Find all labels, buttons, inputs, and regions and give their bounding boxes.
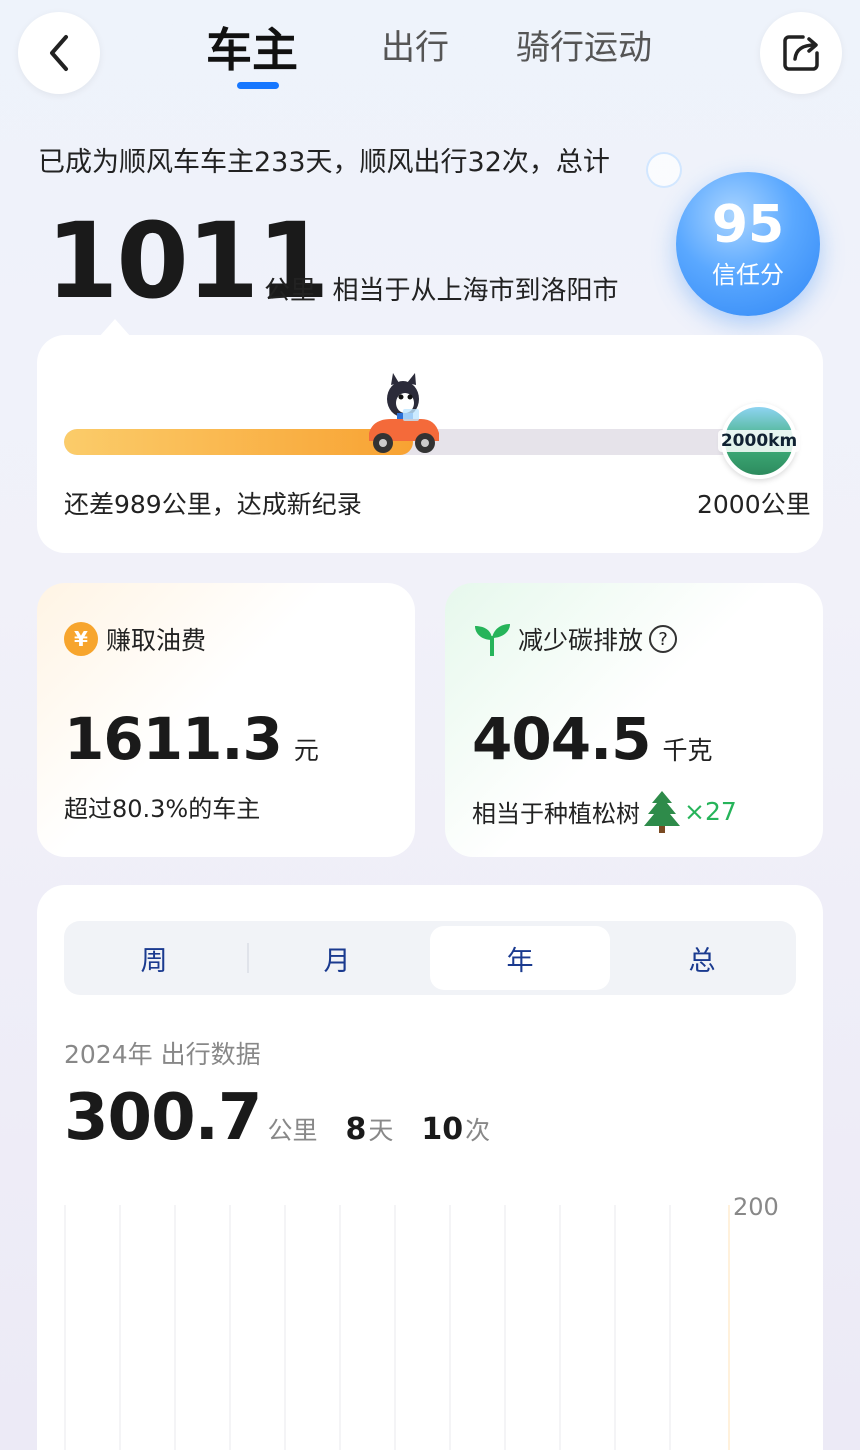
chart-max-line [728,1205,730,1450]
carbon-unit: 千克 [662,736,713,765]
stats-title: 2024年 出行数据 [64,1040,261,1069]
chart-gridline [669,1205,671,1450]
carbon-reduction-card[interactable]: 减少碳排放 ? 404.5 千克 相当于种植松树 ×27 [445,583,823,857]
share-button[interactable] [760,12,842,94]
fuel-note: 超过80.3%的车主 [64,795,261,823]
travel-chart [64,1205,796,1450]
chart-gridline [339,1205,341,1450]
chart-gridline [449,1205,451,1450]
period-tab-total[interactable]: 总 [612,921,792,995]
stats-trips: 10 [421,1112,464,1147]
stats-distance-unit: 公里 [267,1116,318,1145]
chart-gridline [614,1205,616,1450]
fuel-earnings-card[interactable]: ¥ 赚取油费 1611.3 元 超过80.3%的车主 [37,583,415,857]
share-icon [783,35,819,71]
carbon-title: 减少碳排放 [518,626,644,655]
travel-stats-card: 周 月 年 总 2024年 出行数据 300.7 公里 8 天 10 次 200 [37,885,823,1450]
chart-gridline [229,1205,231,1450]
chart-gridline [119,1205,121,1450]
yuan-coin-icon: ¥ [64,622,98,656]
active-tab-indicator [237,82,279,89]
chart-gridline [504,1205,506,1450]
sprout-icon [475,624,510,656]
stats-days: 8 [345,1112,367,1147]
period-tab-year[interactable]: 年 [430,926,610,990]
carbon-note: 相当于种植松树 [472,799,640,828]
chart-gridline [64,1205,66,1450]
remaining-distance: 还差989公里，达成新纪录 [64,490,362,519]
goal-badge-label: 2000km [717,430,801,452]
fuel-title: 赚取油费 [106,626,207,655]
period-tab-week[interactable]: 周 [64,921,244,995]
car-mascot-icon [368,373,439,453]
trust-score-badge[interactable]: 95 信任分 [676,172,820,316]
trust-score: 95 [711,194,785,255]
top-tabs: 车主 出行 骑行运动 [0,8,860,98]
distance-progress-card: 2000km 还差989公里，达成新纪录 2000公里 [37,319,823,553]
chart-gridline [284,1205,286,1450]
stats-distance: 300.7 [64,1081,262,1155]
carbon-value: 404.5 [472,705,651,773]
distance-description: 公里 相当于从上海市到洛阳市 [264,276,619,306]
tab-owner[interactable]: 车主 [206,14,298,80]
progress-fill [64,429,413,455]
trust-label: 信任分 [712,260,784,289]
pine-tree-icon [644,791,680,833]
card-pointer [99,319,131,337]
owner-summary: 已成为顺风车车主233天，顺风出行32次，总计 [38,147,610,178]
fuel-value: 1611.3 [64,705,283,773]
chart-gridline [559,1205,561,1450]
goal-badge: 2000km [717,403,801,479]
fuel-unit: 元 [293,736,319,765]
help-icon[interactable]: ? [649,625,678,653]
stats-trips-unit: 次 [465,1116,491,1145]
goal-distance: 2000公里 [697,490,811,519]
chart-gridline [174,1205,176,1450]
tab-travel[interactable]: 出行 [381,20,449,69]
chart-gridline [394,1205,396,1450]
tree-count: ×27 [684,796,737,826]
stats-days-unit: 天 [368,1116,394,1145]
tab-cycling[interactable]: 骑行运动 [516,20,652,69]
period-tab-month[interactable]: 月 [247,921,427,995]
stats-summary: 300.7 公里 8 天 10 次 [64,1081,490,1155]
period-tabs: 周 月 年 总 [64,921,796,995]
decorative-bubble [646,152,682,188]
